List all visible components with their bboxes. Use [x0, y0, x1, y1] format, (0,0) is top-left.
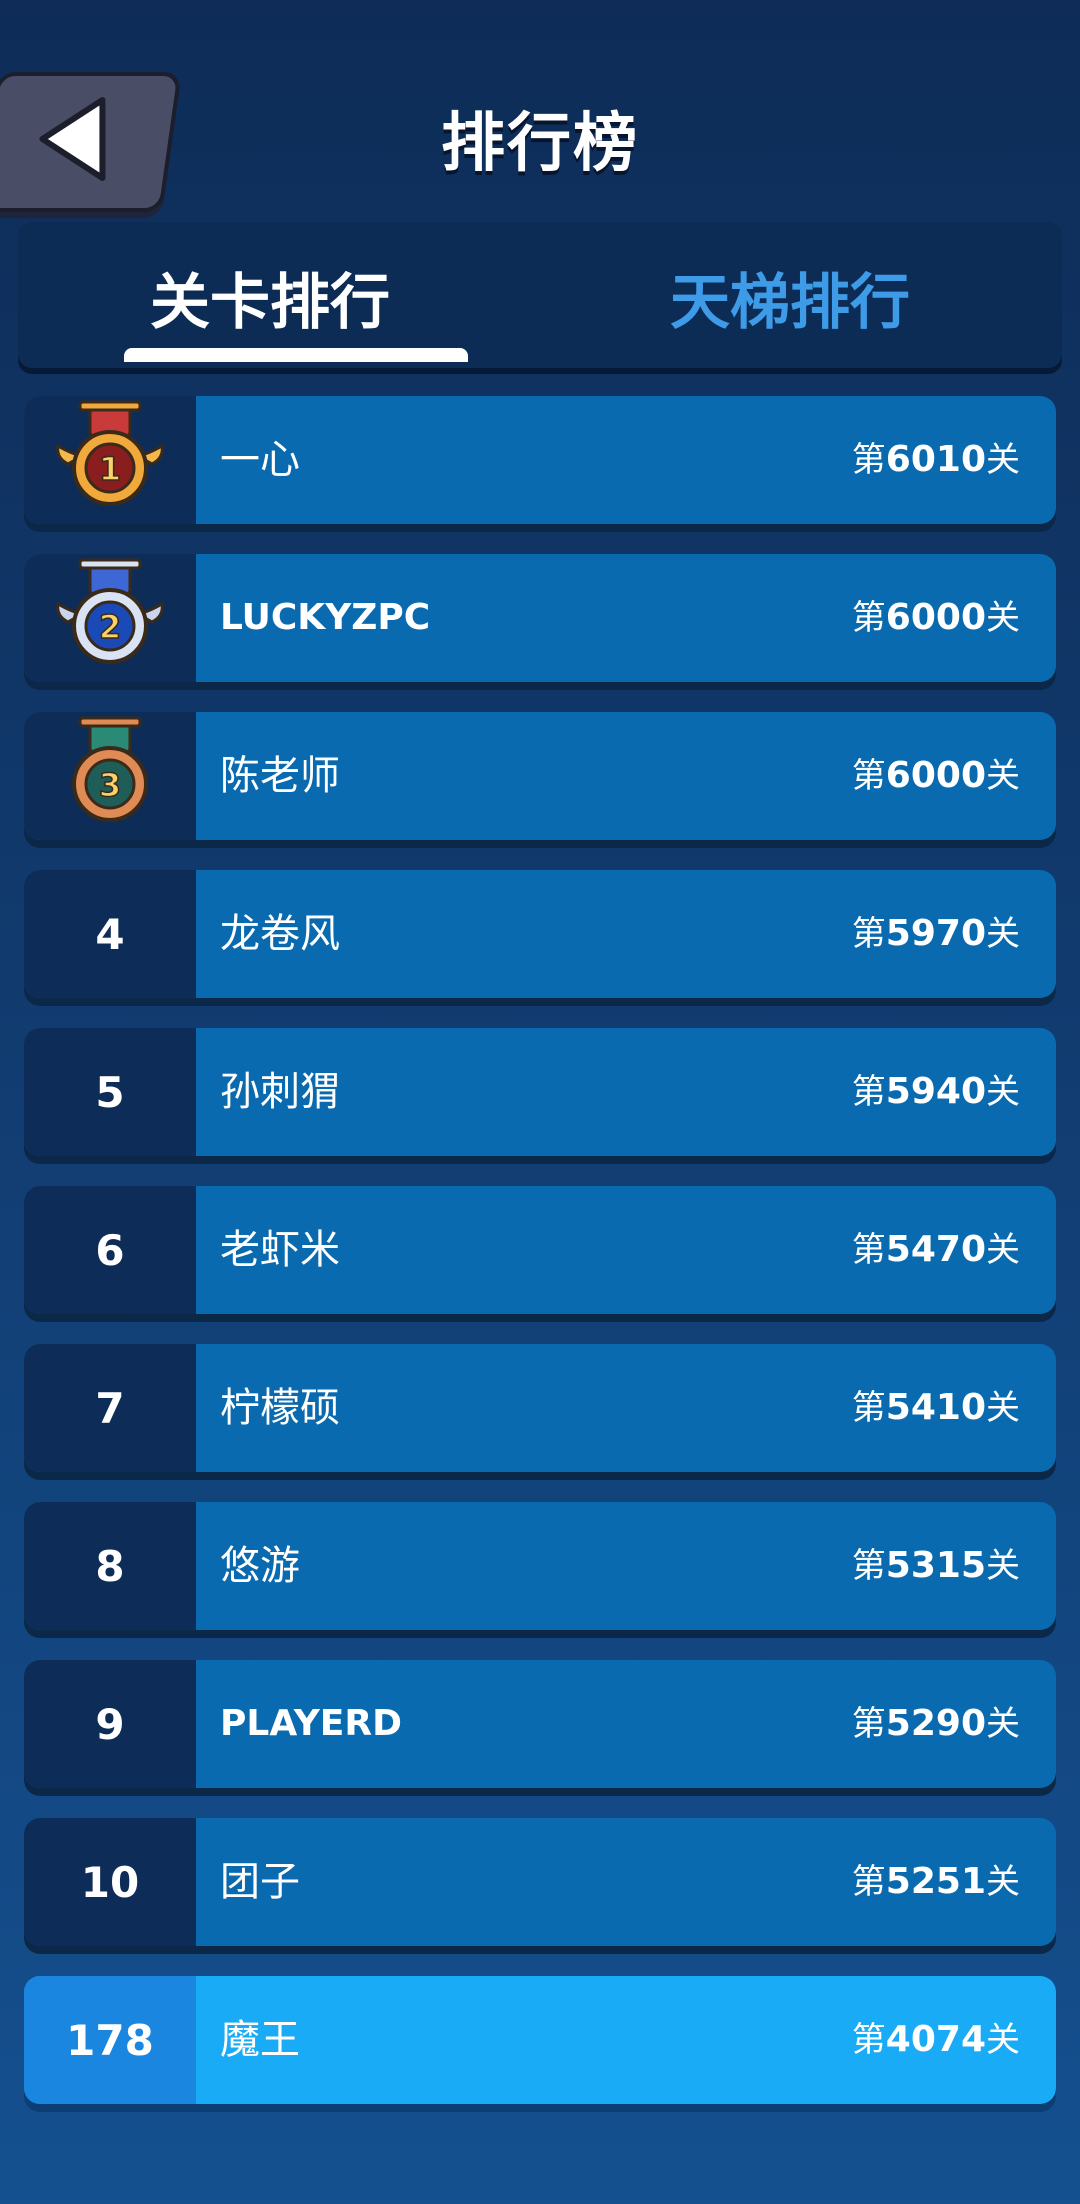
level-suffix: 关 — [986, 440, 1020, 480]
rank-number: 178 — [66, 2015, 154, 2065]
level-prefix: 第 — [851, 1230, 886, 1270]
level-prefix: 第 — [851, 914, 886, 954]
player-name: 柠檬硕 — [220, 1385, 340, 1431]
player-name: 老虾米 — [220, 1227, 340, 1273]
leaderboard-row: 7 柠檬硕 第5410关 — [24, 1344, 1056, 1472]
level-prefix: 第 — [851, 440, 886, 480]
level-prefix: 第 — [851, 1546, 886, 1586]
rank-cell: 1 — [24, 396, 196, 524]
player-level: 第5940关 — [852, 1028, 1020, 1156]
leaderboard-row-self: 178 魔王 第4074关 — [24, 1976, 1056, 2104]
level-value: 5251 — [885, 1861, 986, 1902]
player-name: 魔王 — [220, 2017, 300, 2063]
level-suffix: 关 — [986, 598, 1020, 638]
level-value: 6010 — [885, 439, 986, 480]
player-name: 团子 — [220, 1859, 300, 1905]
rank-cell: 3 — [24, 712, 196, 840]
level-suffix: 关 — [986, 2020, 1020, 2060]
level-value: 6000 — [885, 755, 986, 796]
svg-text:1: 1 — [99, 450, 121, 488]
rank-cell: 10 — [24, 1818, 196, 1946]
level-prefix: 第 — [851, 598, 886, 638]
player-name: 孙刺猬 — [220, 1069, 340, 1115]
level-value: 5410 — [885, 1387, 986, 1428]
rank-cell: 7 — [24, 1344, 196, 1472]
level-suffix: 关 — [986, 1072, 1020, 1112]
rank-cell: 178 — [24, 1976, 196, 2104]
level-prefix: 第 — [851, 2020, 886, 2060]
player-level: 第6010关 — [852, 396, 1020, 524]
rank-number: 10 — [80, 1857, 140, 1907]
player-level: 第6000关 — [852, 554, 1020, 682]
leaderboard-row: 4 龙卷风 第5970关 — [24, 870, 1056, 998]
rank-number: 4 — [95, 909, 125, 959]
leaderboard-row: 10 团子 第5251关 — [24, 1818, 1056, 1946]
rank-cell: 4 — [24, 870, 196, 998]
level-suffix: 关 — [986, 1388, 1020, 1428]
level-suffix: 关 — [986, 1546, 1020, 1586]
level-prefix: 第 — [851, 1072, 886, 1112]
player-level: 第4074关 — [852, 1976, 1020, 2104]
leaderboard-list: 1 一心 第6010关 2 LUCKYZPC 第6000关 3 陈老师 第6000关 4… — [24, 396, 1056, 2134]
level-suffix: 关 — [986, 1230, 1020, 1270]
player-name: LUCKYZPC — [220, 597, 431, 638]
level-suffix: 关 — [986, 756, 1020, 796]
level-suffix: 关 — [986, 914, 1020, 954]
level-value: 6000 — [885, 597, 986, 638]
player-level: 第5315关 — [852, 1502, 1020, 1630]
leaderboard-row: 6 老虾米 第5470关 — [24, 1186, 1056, 1314]
level-prefix: 第 — [851, 1862, 886, 1902]
player-level: 第5251关 — [852, 1818, 1020, 1946]
leaderboard-row: 9 PLAYERD 第5290关 — [24, 1660, 1056, 1788]
bronze-medal-icon: 3 — [50, 714, 170, 838]
leaderboard-row: 8 悠游 第5315关 — [24, 1502, 1056, 1630]
rank-cell: 2 — [24, 554, 196, 682]
rank-number: 6 — [95, 1225, 125, 1275]
level-value: 5315 — [885, 1545, 986, 1586]
svg-text:3: 3 — [99, 766, 121, 804]
player-name: 一心 — [220, 437, 300, 483]
level-value: 4074 — [885, 2019, 986, 2060]
rank-cell: 9 — [24, 1660, 196, 1788]
player-name: PLAYERD — [220, 1703, 403, 1744]
player-name: 悠游 — [220, 1543, 300, 1589]
gold-medal-icon: 1 — [50, 398, 170, 522]
level-prefix: 第 — [851, 1704, 886, 1744]
svg-text:2: 2 — [99, 608, 121, 646]
player-level: 第6000关 — [852, 712, 1020, 840]
rank-cell: 8 — [24, 1502, 196, 1630]
leaderboard-row: 2 LUCKYZPC 第6000关 — [24, 554, 1056, 682]
rank-cell: 5 — [24, 1028, 196, 1156]
leaderboard-row: 5 孙刺猬 第5940关 — [24, 1028, 1056, 1156]
level-prefix: 第 — [851, 1388, 886, 1428]
active-tab-indicator — [124, 348, 468, 362]
player-level: 第5470关 — [852, 1186, 1020, 1314]
player-level: 第5410关 — [852, 1344, 1020, 1472]
level-value: 5940 — [885, 1071, 986, 1112]
silver-medal-icon: 2 — [50, 556, 170, 680]
tab-ladder-ranking[interactable]: 天梯排行 — [670, 254, 910, 341]
player-level: 第5290关 — [852, 1660, 1020, 1788]
level-value: 5970 — [885, 913, 986, 954]
level-value: 5290 — [885, 1703, 986, 1744]
player-name: 龙卷风 — [220, 911, 340, 957]
player-name: 陈老师 — [220, 753, 340, 799]
level-suffix: 关 — [986, 1704, 1020, 1744]
rank-number: 9 — [95, 1699, 125, 1749]
leaderboard-row: 3 陈老师 第6000关 — [24, 712, 1056, 840]
page-title: 排行榜 — [441, 107, 639, 181]
level-prefix: 第 — [851, 756, 886, 796]
rank-number: 7 — [95, 1383, 125, 1433]
level-value: 5470 — [885, 1229, 986, 1270]
tab-level-ranking[interactable]: 关卡排行 — [150, 254, 390, 341]
level-suffix: 关 — [986, 1862, 1020, 1902]
rank-number: 8 — [95, 1541, 125, 1591]
player-level: 第5970关 — [852, 870, 1020, 998]
leaderboard-row: 1 一心 第6010关 — [24, 396, 1056, 524]
tab-bar: 关卡排行 天梯排行 — [18, 222, 1062, 368]
rank-number: 5 — [95, 1067, 125, 1117]
rank-cell: 6 — [24, 1186, 196, 1314]
